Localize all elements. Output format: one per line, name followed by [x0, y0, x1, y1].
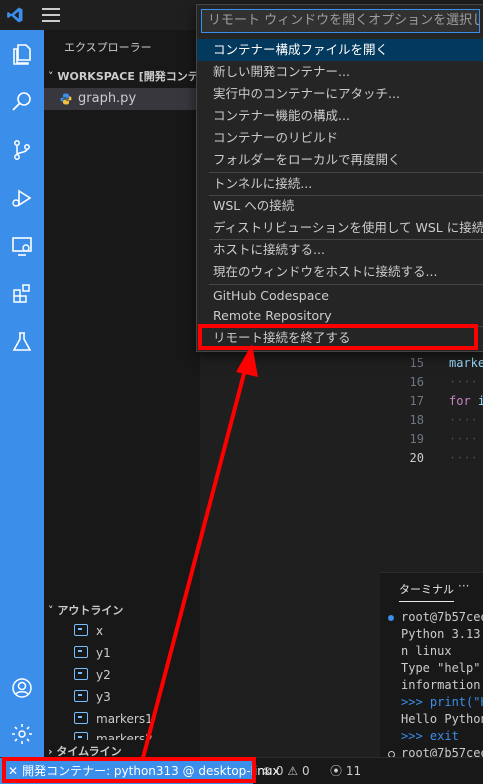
- annotation-arrow-icon: [141, 344, 258, 759]
